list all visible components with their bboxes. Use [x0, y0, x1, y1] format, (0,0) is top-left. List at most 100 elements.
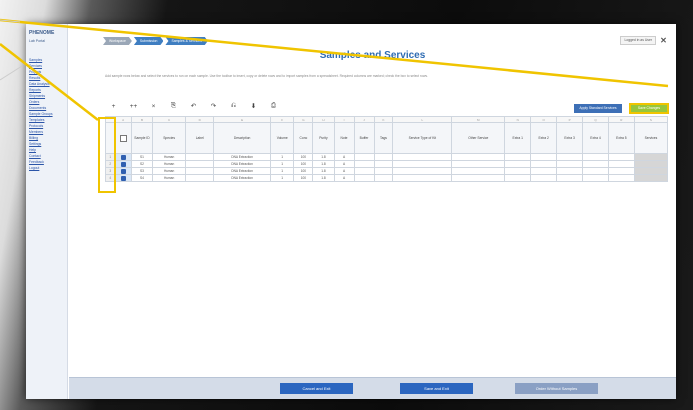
user-menu[interactable]: Logged in as User: [620, 36, 656, 45]
toolbar-tool-7-icon[interactable]: ⬇: [249, 102, 258, 110]
grid-cell[interactable]: [451, 174, 506, 182]
breadcrumb-item-samples[interactable]: Samples & Services: [165, 37, 207, 45]
grid-cell[interactable]: [392, 160, 453, 168]
column-header[interactable]: Description: [213, 122, 271, 154]
column-header[interactable]: Extra 3: [556, 122, 584, 154]
grid-cell[interactable]: [530, 174, 558, 182]
grid-cell[interactable]: DNA Extraction: [213, 160, 271, 168]
grid-cell[interactable]: DNA Extraction: [213, 153, 271, 161]
grid-cell[interactable]: [451, 167, 506, 175]
column-header[interactable]: Extra 4: [582, 122, 609, 154]
grid-cell[interactable]: [392, 174, 453, 182]
grid-cell[interactable]: [504, 167, 532, 175]
row-select-checkbox[interactable]: [114, 160, 132, 168]
grid-cell[interactable]: [392, 167, 453, 175]
toolbar-tool-8-icon[interactable]: ⎙: [269, 102, 278, 110]
save-and-exit-button[interactable]: Save and Exit: [400, 383, 473, 394]
grid-cell[interactable]: 1: [269, 174, 295, 182]
select-all-checkbox[interactable]: [114, 122, 132, 154]
column-header[interactable]: Sample ID: [130, 122, 154, 154]
grid-cell[interactable]: [530, 160, 558, 168]
row-select-checkbox[interactable]: [114, 153, 132, 161]
grid-cell[interactable]: [373, 160, 394, 168]
breadcrumb-item-workspace[interactable]: Workspace: [103, 37, 132, 45]
grid-cell[interactable]: [353, 167, 375, 175]
column-header[interactable]: Extra 5: [607, 122, 635, 154]
grid-cell[interactable]: [451, 153, 506, 161]
toolbar-tool-6-icon[interactable]: ⎌: [229, 102, 238, 110]
column-header[interactable]: Services: [633, 122, 669, 154]
grid-cell[interactable]: [451, 160, 506, 168]
table-row[interactable]: 2 S2 Human DNA Extraction 1 100 1.8 A: [104, 160, 669, 168]
grid-cell[interactable]: [556, 153, 584, 161]
grid-cell[interactable]: [633, 174, 669, 182]
column-header[interactable]: Other Service: [451, 122, 506, 154]
grid-cell[interactable]: [607, 167, 635, 175]
grid-cell[interactable]: [530, 153, 558, 161]
grid-cell[interactable]: [633, 167, 669, 175]
column-header[interactable]: Note: [333, 122, 355, 154]
grid-cell[interactable]: [185, 167, 215, 175]
grid-cell[interactable]: 1.8: [312, 167, 335, 175]
toolbar-tool-4-icon[interactable]: ↶: [189, 102, 198, 110]
grid-cell[interactable]: [530, 167, 558, 175]
toolbar-tool-3-icon[interactable]: ⎘: [169, 102, 178, 110]
close-icon[interactable]: ✕: [659, 36, 668, 45]
save-changes-button[interactable]: Save Changes: [629, 103, 669, 114]
row-select-checkbox[interactable]: [114, 167, 132, 175]
grid-cell[interactable]: [607, 174, 635, 182]
grid-cell[interactable]: 100: [293, 167, 314, 175]
grid-cell[interactable]: 1.8: [312, 160, 335, 168]
column-header[interactable]: Service Type of Kit: [392, 122, 453, 154]
toolbar-tool-5-icon[interactable]: ↷: [209, 102, 218, 110]
grid-cell[interactable]: S4: [130, 174, 154, 182]
grid-cell[interactable]: A: [333, 167, 355, 175]
grid-cell[interactable]: 100: [293, 153, 314, 161]
grid-cell[interactable]: [556, 167, 584, 175]
grid-cell[interactable]: Human: [152, 167, 187, 175]
row-select-checkbox[interactable]: [114, 174, 132, 182]
column-header[interactable]: Purity: [312, 122, 335, 154]
breadcrumb-item-submission[interactable]: Submission: [134, 37, 164, 45]
grid-cell[interactable]: [607, 160, 635, 168]
grid-cell[interactable]: 100: [293, 160, 314, 168]
toolbar-tool-0-icon[interactable]: +: [109, 103, 118, 110]
grid-cell[interactable]: [504, 174, 532, 182]
grid-cell[interactable]: 1: [269, 167, 295, 175]
grid-cell[interactable]: A: [333, 174, 355, 182]
grid-cell[interactable]: [185, 160, 215, 168]
grid-cell[interactable]: 100: [293, 174, 314, 182]
grid-cell[interactable]: 1: [269, 160, 295, 168]
grid-cell[interactable]: [582, 153, 609, 161]
toolbar-tool-2-icon[interactable]: ×: [149, 103, 158, 110]
column-header[interactable]: Conc: [293, 122, 314, 154]
grid-cell[interactable]: [353, 174, 375, 182]
grid-cell[interactable]: [185, 174, 215, 182]
grid-cell[interactable]: 1.8: [312, 174, 335, 182]
grid-cell[interactable]: A: [333, 153, 355, 161]
standard-services-button[interactable]: Apply Standard Services: [574, 104, 622, 113]
column-header[interactable]: Buffer: [353, 122, 375, 154]
grid-cell[interactable]: [582, 174, 609, 182]
table-row[interactable]: 4 S4 Human DNA Extraction 1 100 1.8 A: [104, 174, 669, 182]
grid-cell[interactable]: [185, 153, 215, 161]
column-header[interactable]: Extra 1: [504, 122, 532, 154]
grid-cell[interactable]: 1.8: [312, 153, 335, 161]
grid-cell[interactable]: 1: [269, 153, 295, 161]
grid-cell[interactable]: Human: [152, 160, 187, 168]
order-without-samples-button[interactable]: Order Without Samples: [515, 383, 598, 394]
grid-cell[interactable]: S2: [130, 160, 154, 168]
grid-cell[interactable]: [582, 167, 609, 175]
column-header[interactable]: Extra 2: [530, 122, 558, 154]
grid-cell[interactable]: [556, 174, 584, 182]
grid-cell[interactable]: [373, 174, 394, 182]
grid-cell[interactable]: [582, 160, 609, 168]
grid-cell[interactable]: [373, 167, 394, 175]
column-header[interactable]: Species: [152, 122, 187, 154]
grid-cell[interactable]: Human: [152, 153, 187, 161]
grid-cell[interactable]: [504, 153, 532, 161]
column-header[interactable]: Label: [185, 122, 215, 154]
grid-cell[interactable]: [373, 153, 394, 161]
column-header[interactable]: Volume: [269, 122, 295, 154]
grid-cell[interactable]: S3: [130, 167, 154, 175]
